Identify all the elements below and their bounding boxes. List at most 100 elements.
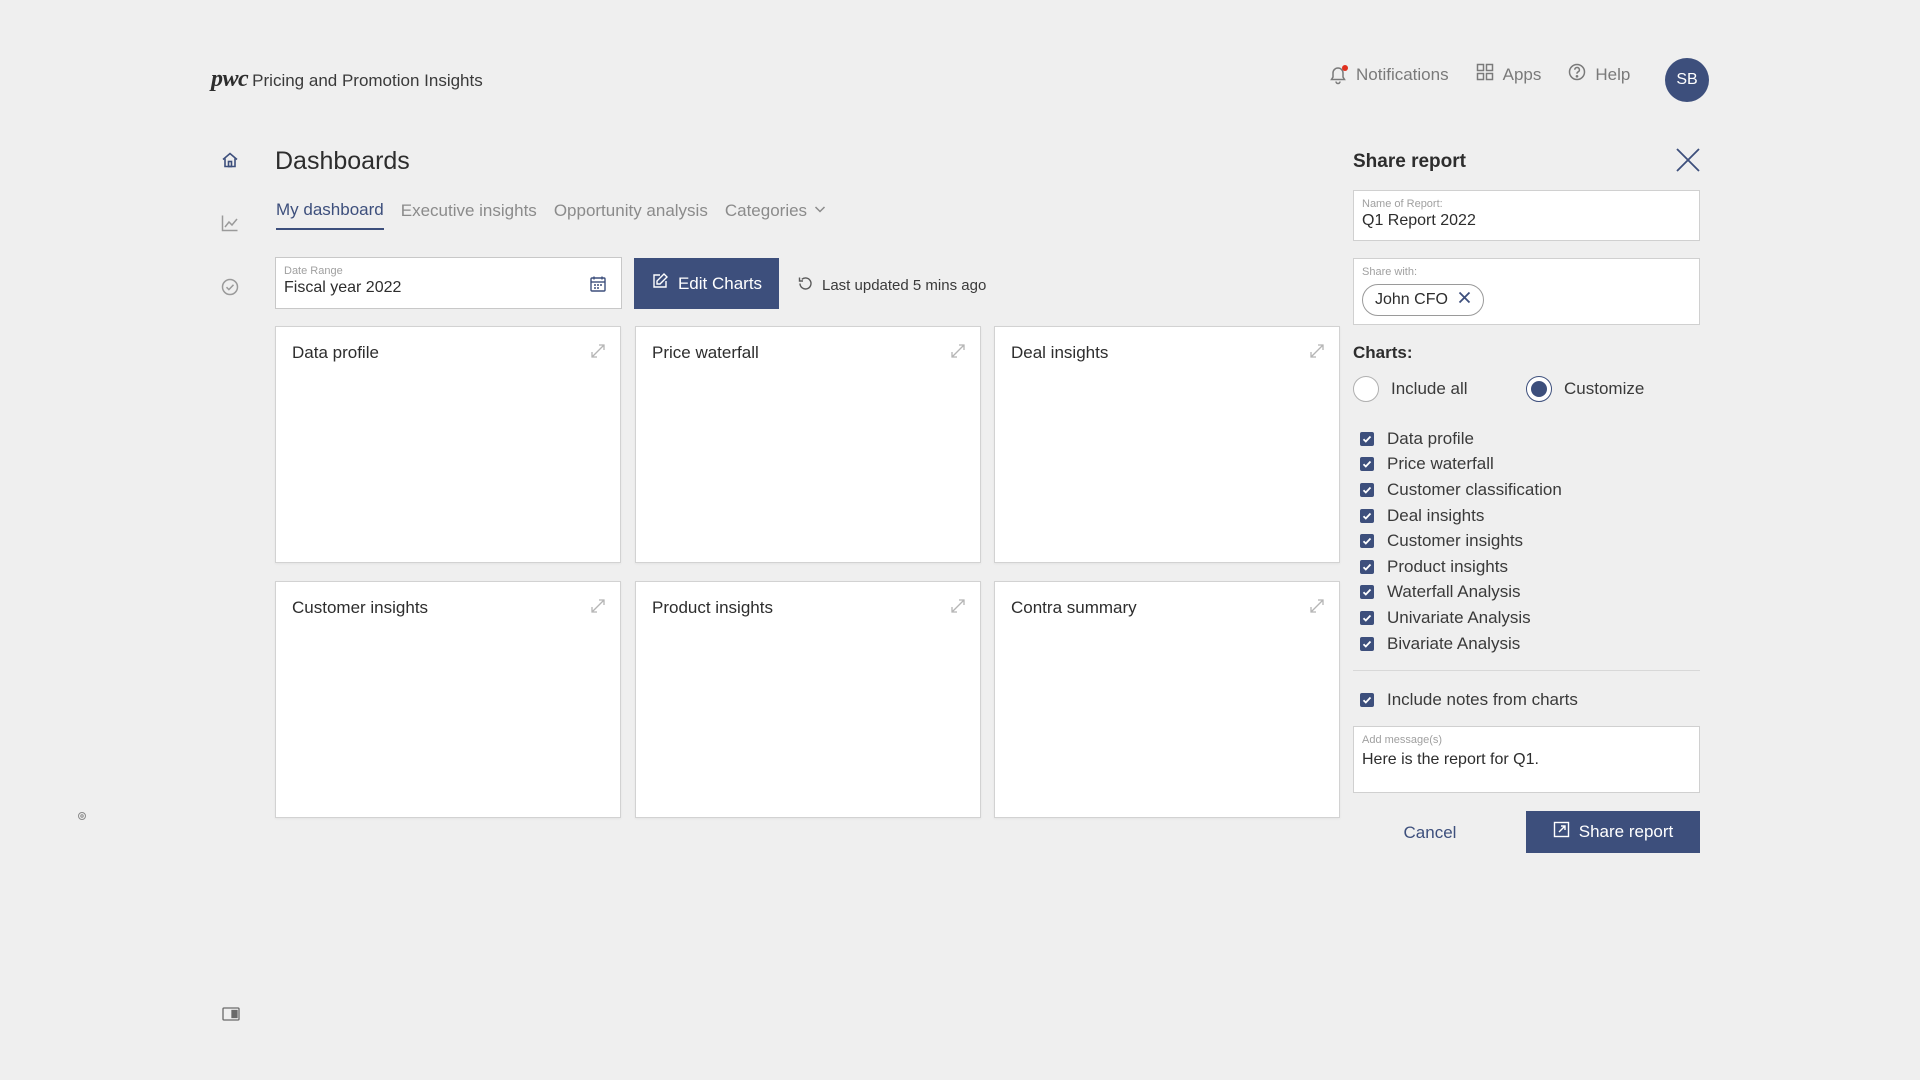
calendar-icon[interactable]	[589, 275, 607, 293]
panel-divider	[1353, 670, 1700, 671]
top-navigation: Notifications Apps Help	[1328, 62, 1630, 87]
remove-chip-icon[interactable]	[1458, 291, 1471, 309]
chart-option-label: Waterfall Analysis	[1387, 582, 1521, 602]
tab-my-dashboard[interactable]: My dashboard	[276, 200, 384, 230]
tab-categories[interactable]: Categories	[725, 200, 827, 230]
checkbox[interactable]	[1360, 585, 1374, 600]
checkbox[interactable]	[1360, 508, 1374, 523]
chart-card-title: Price waterfall	[652, 343, 759, 362]
message-label: Add message(s)	[1362, 734, 1443, 746]
refresh-icon[interactable]	[797, 275, 814, 296]
report-name-label: Name of Report:	[1362, 198, 1443, 210]
chart-option-label: Price waterfall	[1387, 454, 1494, 474]
expand-icon[interactable]	[590, 343, 606, 359]
app-brand[interactable]: pwc Pricing and Promotion Insights	[211, 66, 483, 93]
expand-icon[interactable]	[590, 598, 606, 614]
app-name: Pricing and Promotion Insights	[252, 71, 483, 90]
chart-option-label: Bivariate Analysis	[1387, 633, 1521, 653]
chart-option[interactable]: Waterfall Analysis	[1360, 580, 1562, 606]
chart-card[interactable]: Deal insights	[994, 326, 1340, 563]
chart-option-label: Deal insights	[1387, 505, 1485, 525]
edit-charts-button[interactable]: Edit Charts	[634, 258, 779, 309]
date-range-field[interactable]: Date Range Fiscal year 2022	[275, 257, 622, 309]
checkbox[interactable]	[1360, 559, 1374, 574]
chart-option[interactable]: Bivariate Analysis	[1360, 631, 1562, 657]
check-circle-icon[interactable]	[220, 277, 240, 297]
close-panel-button[interactable]	[1674, 146, 1702, 174]
share-report-label: Share report	[1578, 822, 1674, 841]
chart-card-title: Customer insights	[292, 598, 429, 617]
chart-card-title: Deal insights	[1011, 343, 1109, 362]
chart-card-title: Data profile	[292, 343, 379, 362]
line-chart-icon[interactable]	[220, 213, 240, 233]
cancel-button[interactable]: Cancel	[1380, 818, 1480, 848]
charts-label: Charts:	[1353, 343, 1413, 362]
customize-radio[interactable]	[1526, 376, 1552, 402]
expand-icon[interactable]	[950, 598, 966, 614]
checkbox[interactable]	[1360, 457, 1374, 472]
recipient-chip-label: John CFO	[1375, 291, 1448, 308]
bell-icon	[1328, 64, 1348, 85]
page-title: Dashboards	[275, 147, 410, 175]
settings-small-icon	[77, 808, 87, 820]
chart-option[interactable]: Deal insights	[1360, 503, 1562, 529]
chart-option-label: Data profile	[1387, 428, 1474, 448]
chart-card[interactable]: Data profile	[275, 326, 621, 563]
chart-option-label: Univariate Analysis	[1387, 607, 1531, 627]
charts-checklist: Data profile Price waterfall Customer cl…	[1360, 426, 1562, 656]
report-name-field[interactable]: Name of Report: Q1 Report 2022	[1353, 190, 1700, 241]
help-circle-icon	[1567, 62, 1587, 87]
chart-card[interactable]: Customer insights	[275, 581, 621, 818]
chart-option[interactable]: Customer insights	[1360, 528, 1562, 554]
expand-icon[interactable]	[950, 343, 966, 359]
chart-card[interactable]: Contra summary	[994, 581, 1340, 818]
close-icon	[1674, 148, 1702, 177]
apps-link[interactable]: Apps	[1475, 62, 1541, 87]
report-name-value: Q1 Report 2022	[1362, 212, 1476, 229]
include-notes-label: Include notes from charts	[1387, 689, 1578, 709]
help-label: Help	[1595, 64, 1631, 84]
share-with-field[interactable]: Share with: John CFO	[1353, 258, 1700, 325]
checkbox[interactable]	[1360, 610, 1374, 625]
expand-icon[interactable]	[1309, 343, 1325, 359]
include-all-option[interactable]: Include all	[1353, 376, 1468, 402]
last-updated-status: Last updated 5 mins ago	[797, 275, 986, 296]
customize-option[interactable]: Customize	[1526, 376, 1644, 402]
chart-card[interactable]: Price waterfall	[635, 326, 981, 563]
checkbox[interactable]	[1360, 482, 1374, 497]
expand-icon[interactable]	[1309, 598, 1325, 614]
panel-toggle-icon[interactable]	[222, 1007, 240, 1021]
share-panel-title: Share report	[1353, 151, 1466, 172]
tab-categories-label: Categories	[724, 201, 808, 220]
tab-opportunity-analysis[interactable]: Opportunity analysis	[554, 200, 708, 230]
tab-executive-insights[interactable]: Executive insights	[401, 200, 537, 230]
message-field[interactable]: Add message(s) Here is the report for Q1…	[1353, 726, 1700, 793]
date-range-value: Fiscal year 2022	[284, 279, 402, 296]
dashboard-tabs: My dashboard Executive insights Opportun…	[276, 200, 827, 230]
help-link[interactable]: Help	[1567, 62, 1630, 87]
pwc-logo: pwc	[211, 66, 249, 92]
chart-option[interactable]: Product insights	[1360, 554, 1562, 580]
user-avatar[interactable]: SB	[1665, 58, 1709, 102]
customize-label: Customize	[1564, 379, 1645, 398]
message-value: Here is the report for Q1.	[1362, 751, 1539, 768]
chart-card-title: Contra summary	[1011, 598, 1137, 617]
chart-option[interactable]: Data profile	[1360, 426, 1562, 452]
edit-icon	[651, 272, 669, 295]
chart-option[interactable]: Customer classification	[1360, 477, 1562, 503]
include-notes-checkbox[interactable]	[1360, 692, 1374, 707]
include-all-label: Include all	[1391, 379, 1468, 398]
notifications-link[interactable]: Notifications	[1328, 64, 1449, 85]
share-report-button[interactable]: Share report	[1526, 811, 1700, 853]
home-icon[interactable]	[220, 150, 240, 170]
checkbox[interactable]	[1360, 636, 1374, 651]
chart-option[interactable]: Univariate Analysis	[1360, 605, 1562, 631]
chart-card[interactable]: Product insights	[635, 581, 981, 818]
checkbox[interactable]	[1360, 534, 1374, 549]
checkbox[interactable]	[1360, 431, 1374, 446]
chart-option-label: Customer insights	[1387, 531, 1524, 551]
include-all-radio[interactable]	[1353, 376, 1379, 402]
chart-option[interactable]: Price waterfall	[1360, 452, 1562, 478]
include-notes-option[interactable]: Include notes from charts	[1360, 687, 1578, 713]
chevron-down-icon	[813, 201, 827, 221]
